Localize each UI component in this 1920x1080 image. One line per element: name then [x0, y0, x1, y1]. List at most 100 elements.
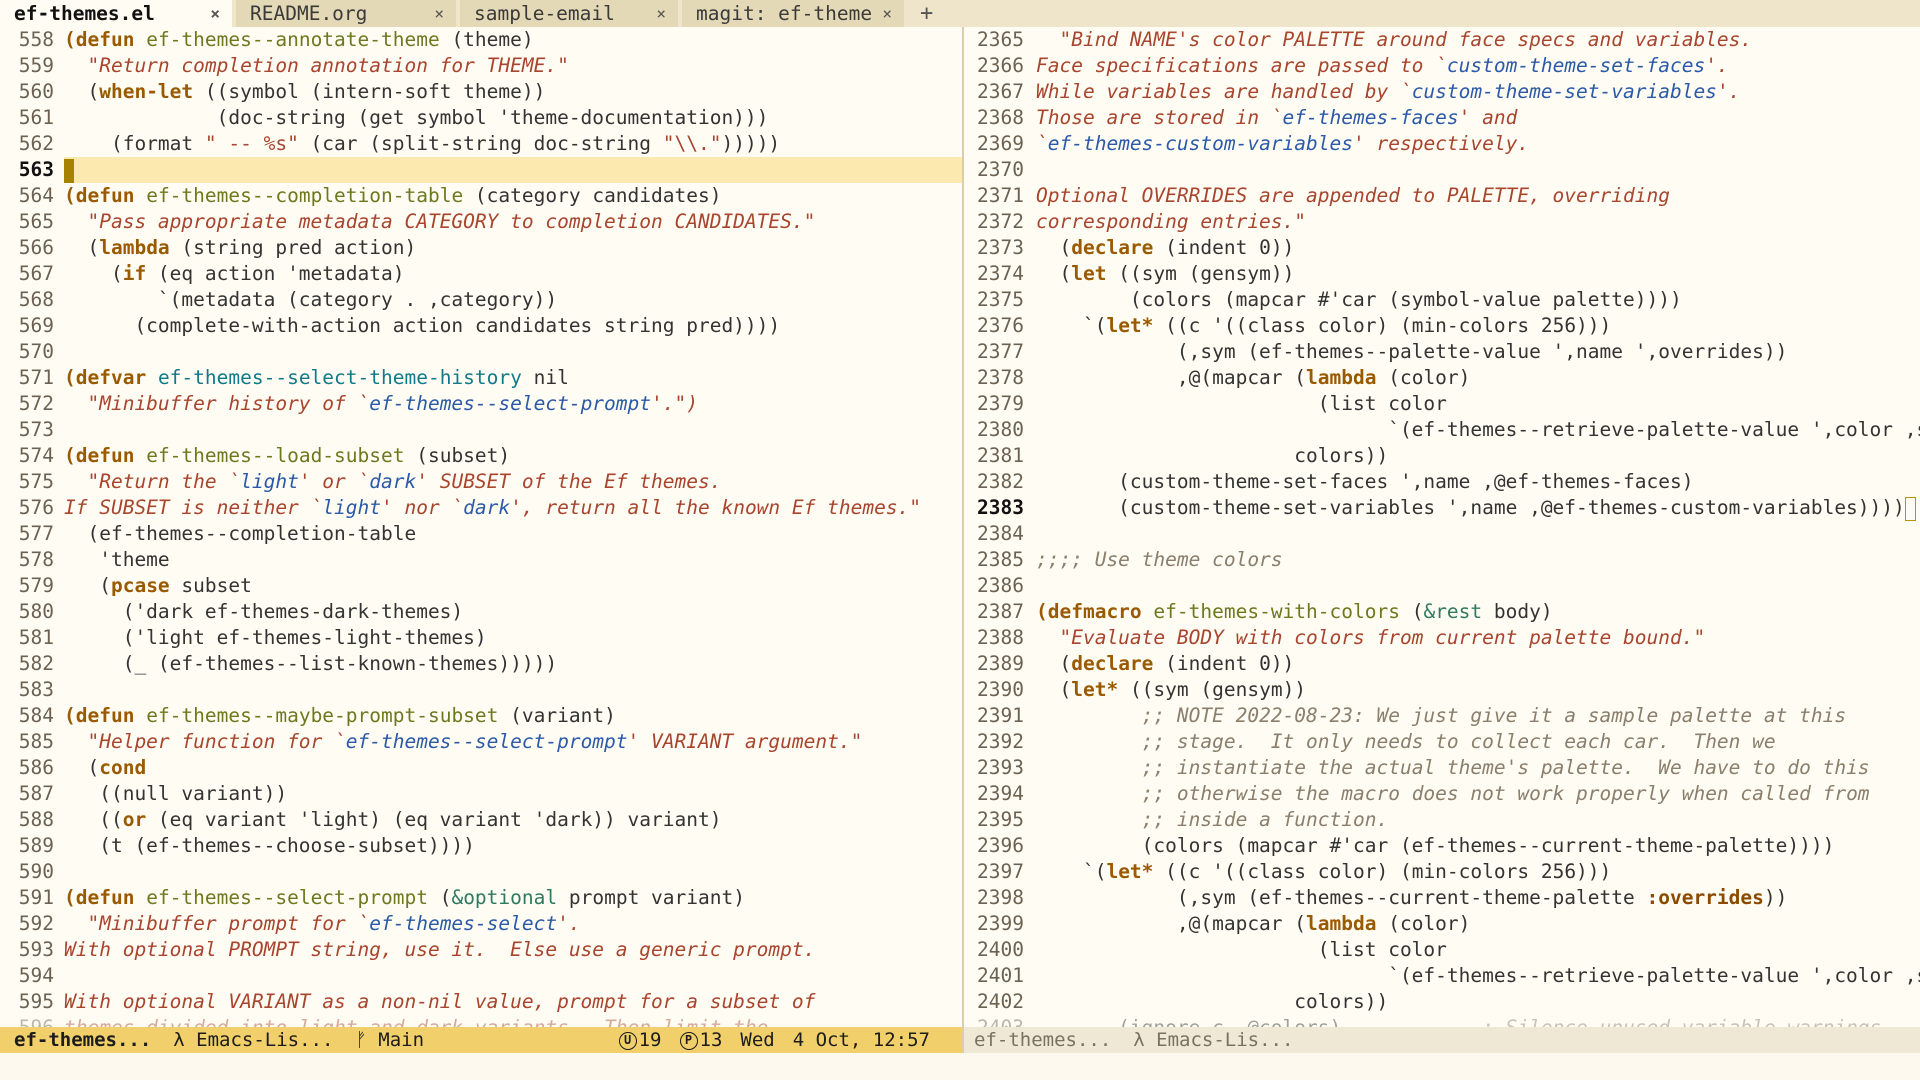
code-text[interactable]: (custom-theme-set-variables ',name ,@ef-…	[1036, 495, 1920, 521]
mode-line-vc-branch[interactable]: ᚠ Main	[355, 1027, 424, 1053]
code-text[interactable]: (cond	[64, 755, 962, 781]
code-text[interactable]: `(ef-themes--retrieve-palette-value ',co…	[1036, 963, 1920, 989]
code-text[interactable]: (defmacro ef-themes-with-colors (&rest b…	[1036, 599, 1920, 625]
code-text[interactable]: With optional PROMPT string, use it. Els…	[64, 937, 962, 963]
code-line[interactable]: 2398 (,sym (ef-themes--current-theme-pal…	[964, 885, 1920, 911]
code-text[interactable]: "Pass appropriate metadata CATEGORY to c…	[64, 209, 962, 235]
close-icon[interactable]: ×	[882, 4, 892, 23]
code-line[interactable]: 2377 (,sym (ef-themes--palette-value ',n…	[964, 339, 1920, 365]
code-line[interactable]: 589 (t (ef-themes--choose-subset))))	[0, 833, 962, 859]
tab-sample-email[interactable]: sample-email ×	[460, 0, 678, 27]
code-text[interactable]: ((or (eq variant 'light) (eq variant 'da…	[64, 807, 962, 833]
code-line[interactable]: 585 "Helper function for `ef-themes--sel…	[0, 729, 962, 755]
code-line[interactable]: 578 'theme	[0, 547, 962, 573]
tab-magit-ef-themes[interactable]: magit: ef-themes ×	[682, 0, 904, 27]
code-text[interactable]: ;; instantiate the actual theme's palett…	[1036, 755, 1920, 781]
code-text[interactable]: Those are stored in `ef-themes-faces' an…	[1036, 105, 1920, 131]
code-text[interactable]: `ef-themes-custom-variables' respectivel…	[1036, 131, 1920, 157]
code-text[interactable]: (declare (indent 0))	[1036, 651, 1920, 677]
code-line[interactable]: 562 (format " -- %s" (car (split-string …	[0, 131, 962, 157]
code-line[interactable]: 568 `(metadata (category . ,category))	[0, 287, 962, 313]
code-line[interactable]: 583	[0, 677, 962, 703]
code-line[interactable]: 590	[0, 859, 962, 885]
code-line[interactable]: 572 "Minibuffer history of `ef-themes--s…	[0, 391, 962, 417]
code-text[interactable]: (colors (mapcar #'car (symbol-value pale…	[1036, 287, 1920, 313]
code-text[interactable]: "Minibuffer prompt for `ef-themes-select…	[64, 911, 962, 937]
code-line[interactable]: 595 With optional VARIANT as a non-nil va…	[0, 989, 962, 1015]
code-line[interactable]: 2366 Face specifications are passed to `c…	[964, 53, 1920, 79]
code-line[interactable]: 575 "Return the `light' or `dark' SUBSET…	[0, 469, 962, 495]
code-text[interactable]: ;;;; Use theme colors	[1036, 547, 1920, 573]
code-line[interactable]: 2384	[964, 521, 1920, 547]
code-line[interactable]: 584 (defun ef-themes--maybe-prompt-subset…	[0, 703, 962, 729]
code-line[interactable]: 2400 (list color	[964, 937, 1920, 963]
code-line[interactable]: 559 "Return completion annotation for TH…	[0, 53, 962, 79]
code-text[interactable]: (list color	[1036, 937, 1920, 963]
code-line[interactable]: 2395 ;; inside a function.	[964, 807, 1920, 833]
tab-ef-themes-el[interactable]: ef-themes.el ×	[0, 0, 232, 27]
code-line[interactable]: 2385 ;;;; Use theme colors	[964, 547, 1920, 573]
code-line[interactable]: 2396 (colors (mapcar #'car (ef-themes--c…	[964, 833, 1920, 859]
code-text[interactable]: ;; otherwise the macro does not work pro…	[1036, 781, 1920, 807]
code-text[interactable]: ,@(mapcar (lambda (color)	[1036, 365, 1920, 391]
code-line[interactable]: 2380 `(ef-themes--retrieve-palette-value…	[964, 417, 1920, 443]
code-line[interactable]: 580 ('dark ef-themes-dark-themes)	[0, 599, 962, 625]
code-line[interactable]: 577 (ef-themes--completion-table	[0, 521, 962, 547]
code-text[interactable]: ('dark ef-themes-dark-themes)	[64, 599, 962, 625]
code-text[interactable]	[64, 339, 962, 365]
code-text[interactable]: (pcase subset	[64, 573, 962, 599]
code-line[interactable]: 576 If SUBSET is neither `light' nor `dar…	[0, 495, 962, 521]
code-text[interactable]: (doc-string (get symbol 'theme-documenta…	[64, 105, 962, 131]
code-line[interactable]: 563	[0, 157, 962, 183]
code-line[interactable]: 570	[0, 339, 962, 365]
code-text[interactable]: (,sym (ef-themes--current-theme-palette …	[1036, 885, 1920, 911]
code-text[interactable]: "Bind NAME's color PALETTE around face s…	[1036, 27, 1920, 53]
code-text[interactable]: (colors (mapcar #'car (ef-themes--curren…	[1036, 833, 1920, 859]
mode-line-major-mode[interactable]: λ Emacs-Lis...	[173, 1027, 333, 1053]
code-line[interactable]: 2379 (list color	[964, 391, 1920, 417]
echo-area[interactable]	[0, 1053, 1920, 1080]
code-text[interactable]	[1036, 573, 1920, 599]
tab-readme-org[interactable]: README.org ×	[236, 0, 456, 27]
code-line[interactable]: 2375 (colors (mapcar #'car (symbol-value…	[964, 287, 1920, 313]
code-line[interactable]: 2370	[964, 157, 1920, 183]
code-text[interactable]: (let* ((sym (gensym))	[1036, 677, 1920, 703]
code-text[interactable]	[64, 859, 962, 885]
mode-line-major-mode[interactable]: λ Emacs-Lis...	[1133, 1027, 1293, 1053]
code-line[interactable]: 586 (cond	[0, 755, 962, 781]
code-line[interactable]: 2383 (custom-theme-set-variables ',name …	[964, 495, 1920, 521]
code-line[interactable]: 567 (if (eq action 'metadata)	[0, 261, 962, 287]
code-line[interactable]: 2392 ;; stage. It only needs to collect …	[964, 729, 1920, 755]
code-line[interactable]: 2368 Those are stored in `ef-themes-faces…	[964, 105, 1920, 131]
code-text[interactable]: (defun ef-themes--load-subset (subset)	[64, 443, 962, 469]
code-text[interactable]: "Minibuffer history of `ef-themes--selec…	[64, 391, 962, 417]
code-line[interactable]: 2397 `(let* ((c '((class color) (min-col…	[964, 859, 1920, 885]
code-line[interactable]: 2371 Optional OVERRIDES are appended to P…	[964, 183, 1920, 209]
code-text[interactable]	[64, 963, 962, 989]
code-text[interactable]: Face specifications are passed to `custo…	[1036, 53, 1920, 79]
code-line[interactable]: 564 (defun ef-themes--completion-table (c…	[0, 183, 962, 209]
code-text[interactable]: corresponding entries."	[1036, 209, 1920, 235]
code-text[interactable]: (if (eq action 'metadata)	[64, 261, 962, 287]
code-text[interactable]: (let ((sym (gensym))	[1036, 261, 1920, 287]
code-text[interactable]: themes divided into light and dark varia…	[64, 1015, 962, 1027]
code-line[interactable]: 2367 While variables are handled by `cust…	[964, 79, 1920, 105]
code-line[interactable]: 579 (pcase subset	[0, 573, 962, 599]
code-text[interactable]: (ignore c ,@colors) ; Silence unused var…	[1036, 1015, 1920, 1027]
code-line[interactable]: 2378 ,@(mapcar (lambda (color)	[964, 365, 1920, 391]
code-text[interactable]: (when-let ((symbol (intern-soft theme))	[64, 79, 962, 105]
code-line[interactable]: 2388 "Evaluate BODY with colors from cur…	[964, 625, 1920, 651]
code-line[interactable]: 582 (_ (ef-themes--list-known-themes))))…	[0, 651, 962, 677]
new-tab-button[interactable]: +	[908, 0, 945, 27]
code-text[interactable]: "Return the `light' or `dark' SUBSET of …	[64, 469, 962, 495]
code-text[interactable]: (t (ef-themes--choose-subset))))	[64, 833, 962, 859]
close-icon[interactable]: ×	[210, 4, 220, 23]
code-line[interactable]: 596themes divided into light and dark va…	[0, 1015, 962, 1027]
code-line[interactable]: 2373 (declare (indent 0))	[964, 235, 1920, 261]
code-text[interactable]: If SUBSET is neither `light' nor `dark',…	[64, 495, 962, 521]
code-text[interactable]: `(ef-themes--retrieve-palette-value ',co…	[1036, 417, 1920, 443]
close-icon[interactable]: ×	[656, 4, 666, 23]
code-text[interactable]: colors))	[1036, 443, 1920, 469]
code-text[interactable]: colors))	[1036, 989, 1920, 1015]
code-line[interactable]: 2390 (let* ((sym (gensym))	[964, 677, 1920, 703]
